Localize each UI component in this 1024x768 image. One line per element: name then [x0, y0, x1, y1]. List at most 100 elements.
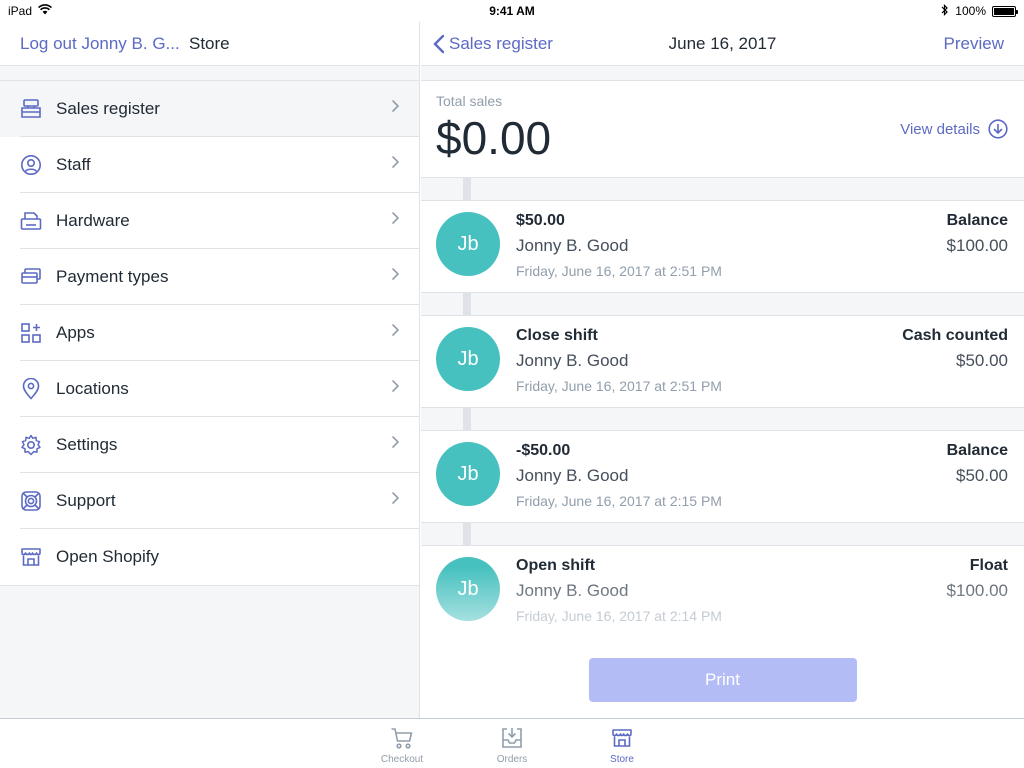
tab-label: Checkout	[380, 754, 424, 765]
menu-item-locations[interactable]: Locations	[0, 361, 419, 417]
right-nav-bar: Sales register June 16, 2017 Preview	[421, 22, 1024, 66]
battery-icon	[992, 5, 1018, 17]
menu-item-settings[interactable]: Settings	[0, 417, 419, 473]
chevron-right-icon	[391, 435, 419, 454]
lifebuoy-icon	[20, 490, 42, 512]
view-details-label: View details	[900, 120, 980, 138]
menu-item-label: Open Shopify	[56, 547, 160, 566]
status-left: iPad	[8, 4, 52, 18]
menu-item-row: Hardware	[20, 193, 419, 249]
entry-summary-value: $100.00	[946, 581, 1008, 600]
entry-summary-label: Balance	[946, 442, 1008, 459]
entry-title: Close shift	[516, 327, 598, 344]
battery-percent: 100%	[955, 4, 986, 18]
chevron-right-icon	[391, 99, 419, 118]
menu-item-row: Support	[20, 473, 419, 529]
entry-title: Open shift	[516, 557, 596, 574]
entry-timestamp: Friday, June 16, 2017 at 2:14 PM	[516, 608, 722, 624]
cart-icon	[390, 725, 414, 751]
timeline-connector	[421, 178, 1024, 200]
menu-item-row: Settings	[20, 417, 419, 473]
entry-body: Open shift Jonny B. Good Friday, June 16, …	[516, 557, 947, 624]
menu-item-label: Payment types	[56, 266, 169, 286]
view-details-button[interactable]: View details	[900, 119, 1008, 139]
menu-item-label: Locations	[56, 378, 129, 398]
inbox-download-icon	[500, 725, 524, 751]
entry-summary-value: $50.00	[956, 351, 1008, 370]
menu-item-label: Staff	[56, 154, 91, 174]
staff-icon	[20, 154, 42, 176]
total-sales-card: Total sales $0.00 View details	[421, 80, 1024, 178]
menu-item-label: Support	[56, 490, 116, 510]
location-icon	[20, 377, 42, 400]
tab-checkout[interactable]: Checkout	[347, 719, 457, 768]
menu-item-label: Sales register	[56, 98, 160, 118]
menu-item-row: Open Shopify	[20, 529, 419, 585]
payment-icon	[20, 266, 42, 288]
entry-summary-value: $50.00	[956, 466, 1008, 485]
tab-store[interactable]: Store	[567, 719, 677, 768]
entry-timestamp: Friday, June 16, 2017 at 2:51 PM	[516, 263, 722, 279]
left-nav-title: Store	[189, 33, 230, 53]
avatar: Jb	[436, 557, 500, 621]
menu-item-support[interactable]: Support	[0, 473, 419, 529]
entry-body: $50.00 Jonny B. Good Friday, June 16, 2017…	[516, 212, 947, 279]
chevron-right-icon	[391, 379, 419, 398]
chevron-right-icon	[391, 267, 419, 286]
entry-summary-label: Balance	[946, 212, 1008, 229]
left-nav-bar: Log out Jonny B. G... Store	[0, 22, 419, 66]
chevron-left-icon	[433, 34, 445, 53]
tab-orders[interactable]: Orders	[457, 719, 567, 768]
timeline-entry[interactable]: Jb $50.00 Jonny B. Good Friday, June 16, 20…	[421, 200, 1024, 293]
print-area: Print	[421, 636, 1024, 718]
preview-button[interactable]: Preview	[944, 34, 1004, 54]
tab-bar: Checkout Orders Store	[0, 718, 1024, 768]
entry-title: -$50.00	[516, 442, 571, 459]
timeline-entry[interactable]: Jb -$50.00 Jonny B. Good Friday, June 16, 2…	[421, 430, 1024, 523]
store-menu: Sales register Staff Hardware Payment types…	[0, 80, 419, 586]
menu-item-apps[interactable]: Apps	[0, 305, 419, 361]
entry-body: -$50.00 Jonny B. Good Friday, June 16, 201…	[516, 442, 947, 509]
menu-item-open-shopify[interactable]: Open Shopify	[0, 529, 419, 585]
entry-summary: Balance $100.00	[947, 212, 1008, 256]
timeline-connector	[421, 408, 1024, 430]
menu-item-row: Staff	[20, 137, 419, 193]
tab-label: Store	[610, 754, 634, 765]
apps-icon	[20, 322, 42, 344]
avatar: Jb	[436, 442, 500, 506]
gear-icon	[20, 434, 42, 456]
entry-summary: Balance $50.00	[947, 442, 1008, 486]
entry-staff-name: Jonny B. Good	[516, 351, 629, 370]
menu-item-row: Apps	[20, 305, 419, 361]
status-right: 100%	[941, 3, 1018, 19]
entry-staff-name: Jonny B. Good	[516, 466, 629, 485]
menu-item-label: Apps	[56, 322, 95, 342]
storefront-icon	[20, 546, 42, 568]
menu-item-hardware[interactable]: Hardware	[0, 193, 419, 249]
menu-item-payment-types[interactable]: Payment types	[0, 249, 419, 305]
chevron-right-icon	[391, 323, 419, 342]
back-button-label: Sales register	[449, 33, 553, 53]
sales-register-pane: Sales register June 16, 2017 Preview Tot…	[421, 22, 1024, 718]
logout-link[interactable]: Log out Jonny B. G...	[20, 34, 190, 54]
chevron-right-icon	[391, 155, 419, 174]
device-label: iPad	[8, 4, 33, 18]
entry-summary: Cash counted $50.00	[902, 327, 1008, 371]
print-button[interactable]: Print	[588, 658, 857, 702]
timeline-entry[interactable]: Jb Close shift Jonny B. Good Friday, June 1…	[421, 315, 1024, 408]
menu-item-row: Payment types	[20, 249, 419, 305]
entry-timestamp: Friday, June 16, 2017 at 2:51 PM	[516, 378, 722, 394]
chevron-right-icon	[391, 211, 419, 230]
entry-staff-name: Jonny B. Good	[516, 581, 629, 600]
total-sales-label: Total sales	[436, 93, 503, 109]
menu-item-label: Settings	[56, 434, 118, 454]
entry-title: $50.00	[516, 212, 565, 229]
timeline-entry[interactable]: Jb Open shift Jonny B. Good Friday, June 16…	[421, 545, 1024, 638]
menu-item-row: Sales register	[20, 81, 419, 137]
menu-item-sales-register[interactable]: Sales register	[0, 81, 419, 137]
wifi-icon	[38, 4, 52, 18]
back-button[interactable]: Sales register	[433, 34, 553, 54]
menu-item-staff[interactable]: Staff	[0, 137, 419, 193]
entry-body: Close shift Jonny B. Good Friday, June 16,…	[516, 327, 902, 394]
download-circle-icon	[988, 119, 1008, 139]
